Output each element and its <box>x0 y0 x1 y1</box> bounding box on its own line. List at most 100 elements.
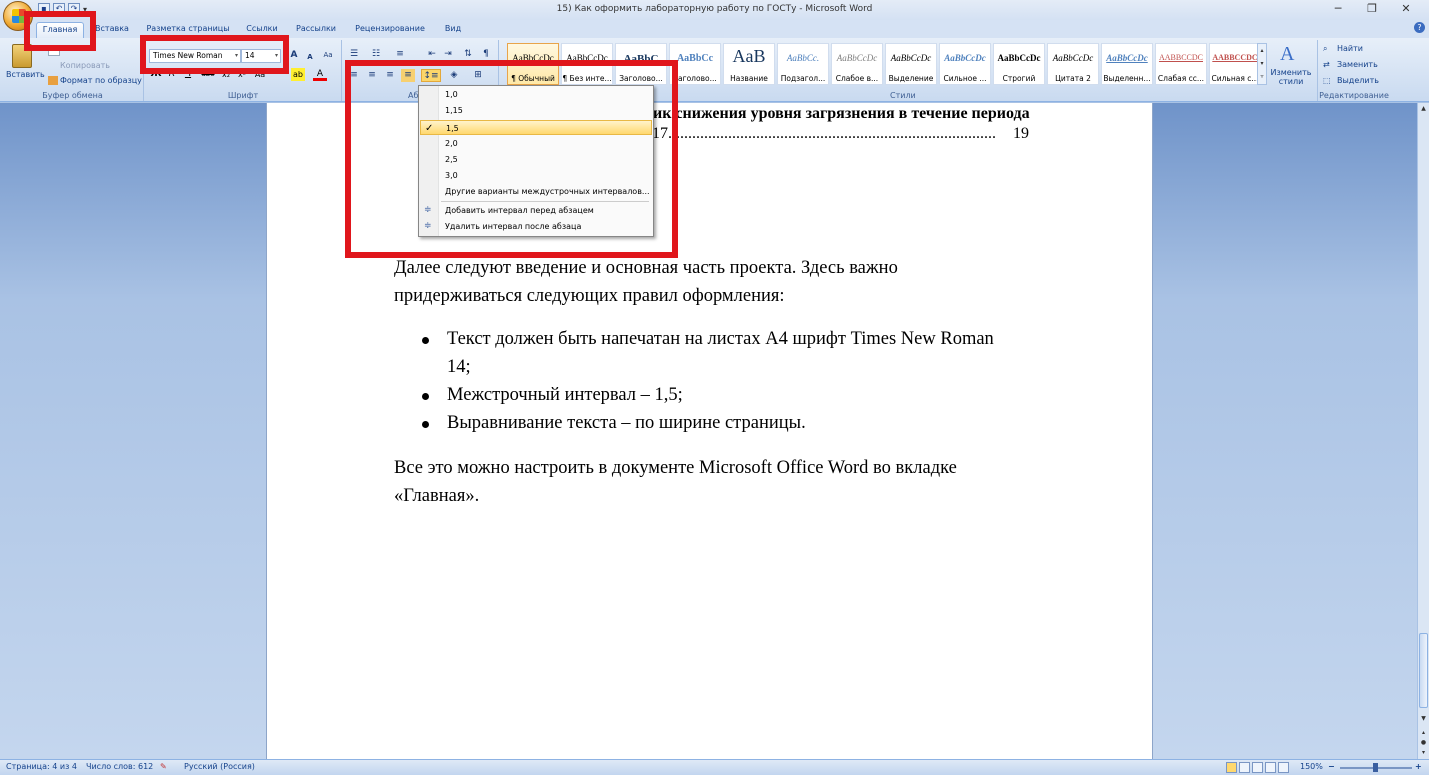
outline-icon[interactable] <box>1265 762 1276 773</box>
tab-mailings[interactable]: Рассылки <box>290 22 342 38</box>
style-quote-2[interactable]: AaBbCcDc Цитата 2 <box>1047 43 1099 85</box>
draft-icon[interactable] <box>1278 762 1289 773</box>
title-bar: ▪ ↶ ↷ ▾ 15) Как оформить лабораторную ра… <box>0 0 1429 20</box>
style-subtle-emphasis[interactable]: AaBbCcDc Слабое в... <box>831 43 883 85</box>
style-sample: AaBbCcDc <box>1052 53 1094 63</box>
style-sample: AaB <box>732 46 766 66</box>
tab-view[interactable]: Вид <box>438 22 468 38</box>
language-indicator[interactable]: Русский (Россия) <box>184 762 255 771</box>
bullet-icon <box>422 421 429 428</box>
select-button[interactable]: Выделить <box>1337 76 1379 85</box>
bullet-icon <box>422 337 429 344</box>
web-layout-icon[interactable] <box>1252 762 1263 773</box>
proofing-icon[interactable]: ✎ <box>160 762 167 771</box>
style-name: Цитата 2 <box>1055 74 1091 83</box>
scroll-thumb[interactable] <box>1419 633 1428 708</box>
find-button[interactable]: Найти <box>1337 44 1363 53</box>
zoom-out-button[interactable]: − <box>1328 762 1335 771</box>
style-sample: AABBCCDC <box>1212 53 1258 62</box>
replace-button[interactable]: Заменить <box>1337 60 1378 69</box>
zoom-slider-thumb[interactable] <box>1373 763 1378 772</box>
highlight-box-line-spacing <box>345 60 678 258</box>
paragraph-2-line-1: Все это можно настроить в документе Micr… <box>394 458 957 478</box>
style-name: Слабая сс... <box>1157 74 1205 83</box>
prev-page-icon[interactable]: ▴ <box>1418 729 1429 739</box>
style-sample: AaBbCc. <box>786 53 820 63</box>
style-name: Сильное ... <box>943 74 987 83</box>
style-sample: AaBbCcDc <box>997 53 1041 63</box>
close-button[interactable]: ✕ <box>1389 0 1423 20</box>
tab-review[interactable]: Рецензирование <box>348 22 432 38</box>
highlight-box-home-tab <box>24 11 96 51</box>
window-title: 15) Как оформить лабораторную работу по … <box>556 4 873 14</box>
list-item-continuation: 14; <box>447 357 471 377</box>
font-group-label: Шрифт <box>227 91 259 100</box>
paragraph-1-line-2: придерживаться следующих правил оформлен… <box>394 286 785 306</box>
select-icon: ⬚ <box>1323 76 1331 85</box>
toc-page-number: 19 <box>1013 125 1029 142</box>
style-sample: AABBCCDC <box>1158 53 1203 62</box>
maximize-button[interactable]: ❐ <box>1355 0 1389 20</box>
change-styles-icon[interactable]: A <box>1280 43 1294 66</box>
style-intense-quote[interactable]: AaBbCcDc Выделенн... <box>1101 43 1153 85</box>
style-emphasis[interactable]: AaBbCcDc Выделение <box>885 43 937 85</box>
grow-font-icon[interactable]: A <box>287 49 301 62</box>
paste-button[interactable]: Вставить <box>6 70 45 79</box>
style-strong[interactable]: AaBbCcDc Строгий <box>993 43 1045 85</box>
scroll-down-icon[interactable]: ▼ <box>1418 715 1429 725</box>
font-color-button[interactable]: A <box>313 68 327 81</box>
next-page-icon[interactable]: ▾ <box>1418 749 1429 759</box>
shrink-font-icon[interactable]: A <box>303 51 317 64</box>
style-subtitle[interactable]: AaBbCc. Подзагол... <box>777 43 829 85</box>
word-count[interactable]: Число слов: 612 <box>86 762 153 771</box>
change-styles-button[interactable]: Изменить стили <box>1270 68 1312 86</box>
status-bar: Страница: 4 из 4 Число слов: 612 ✎ Русск… <box>0 759 1429 775</box>
scroll-up-icon[interactable]: ▲ <box>1418 105 1429 115</box>
style-subtle-reference[interactable]: AABBCCDC Слабая сс... <box>1155 43 1207 85</box>
minimize-button[interactable]: ─ <box>1321 0 1355 20</box>
zoom-in-button[interactable]: + <box>1415 762 1422 771</box>
highlight-button[interactable]: ab <box>291 68 305 81</box>
style-name: Выделение <box>888 74 934 83</box>
list-item: Текст должен быть напечатан на листах А4… <box>447 329 994 349</box>
list-item: Межстрочный интервал – 1,5; <box>447 385 683 405</box>
view-buttons <box>1226 762 1289 773</box>
vertical-scrollbar[interactable]: ▲ ▼ ▴ ● ▾ <box>1417 103 1429 759</box>
style-name: Выделенн... <box>1103 74 1151 83</box>
paragraph-1-line-1: Далее следуют введение и основная часть … <box>394 258 898 278</box>
editing-group-label: Редактирование <box>1319 91 1389 100</box>
clear-format-icon[interactable]: Aa <box>321 49 335 62</box>
copy-button[interactable]: Копировать <box>60 61 110 70</box>
replace-icon: ⇄ <box>1323 60 1330 69</box>
style-intense-emphasis[interactable]: AaBbCcDc Сильное ... <box>939 43 991 85</box>
toc-line-2-dots: ........................................… <box>668 125 996 142</box>
toc-line-1: ик снижения уровня загрязнения в течение… <box>653 105 1030 122</box>
clipboard-group-label: Буфер обмена <box>42 91 103 100</box>
page-counter[interactable]: Страница: 4 из 4 <box>6 762 77 771</box>
print-layout-icon[interactable] <box>1226 762 1237 773</box>
style-name: Сильная с... <box>1211 74 1259 83</box>
style-intense-reference[interactable]: AABBCCDC Сильная с... <box>1209 43 1261 85</box>
help-icon[interactable]: ? <box>1414 22 1425 33</box>
bullet-icon <box>422 393 429 400</box>
highlight-box-font <box>140 35 289 74</box>
style-name: Подзагол... <box>780 74 826 83</box>
style-sample: AaBbCcDc <box>890 53 932 63</box>
format-painter-button[interactable]: Формат по образцу <box>60 76 142 85</box>
browse-object-icon[interactable]: ● <box>1418 739 1429 749</box>
full-screen-icon[interactable] <box>1239 762 1250 773</box>
find-icon: ⌕ <box>1323 44 1328 53</box>
style-name: Название <box>730 74 768 83</box>
format-painter-icon <box>48 76 58 85</box>
style-title[interactable]: AaB Название <box>723 43 775 85</box>
zoom-level[interactable]: 150% <box>1300 762 1323 771</box>
toc-line-2: 17......................................… <box>652 123 1032 145</box>
list-item: Выравнивание текста – по ширине страницы… <box>447 413 806 433</box>
style-name: Строгий <box>1002 74 1036 83</box>
style-sample: AaBbCcDc <box>836 53 878 63</box>
style-sample: AaBbCcDc <box>944 53 986 63</box>
styles-scroll[interactable]: ▴ ▾ ▿ <box>1257 43 1267 85</box>
paragraph-2-line-2: «Главная». <box>394 486 480 506</box>
group-editing: ⌕ Найти ⇄ Заменить ⬚ Выделить Редактиров… <box>1319 40 1389 101</box>
styles-group-label: Стили <box>890 91 916 100</box>
